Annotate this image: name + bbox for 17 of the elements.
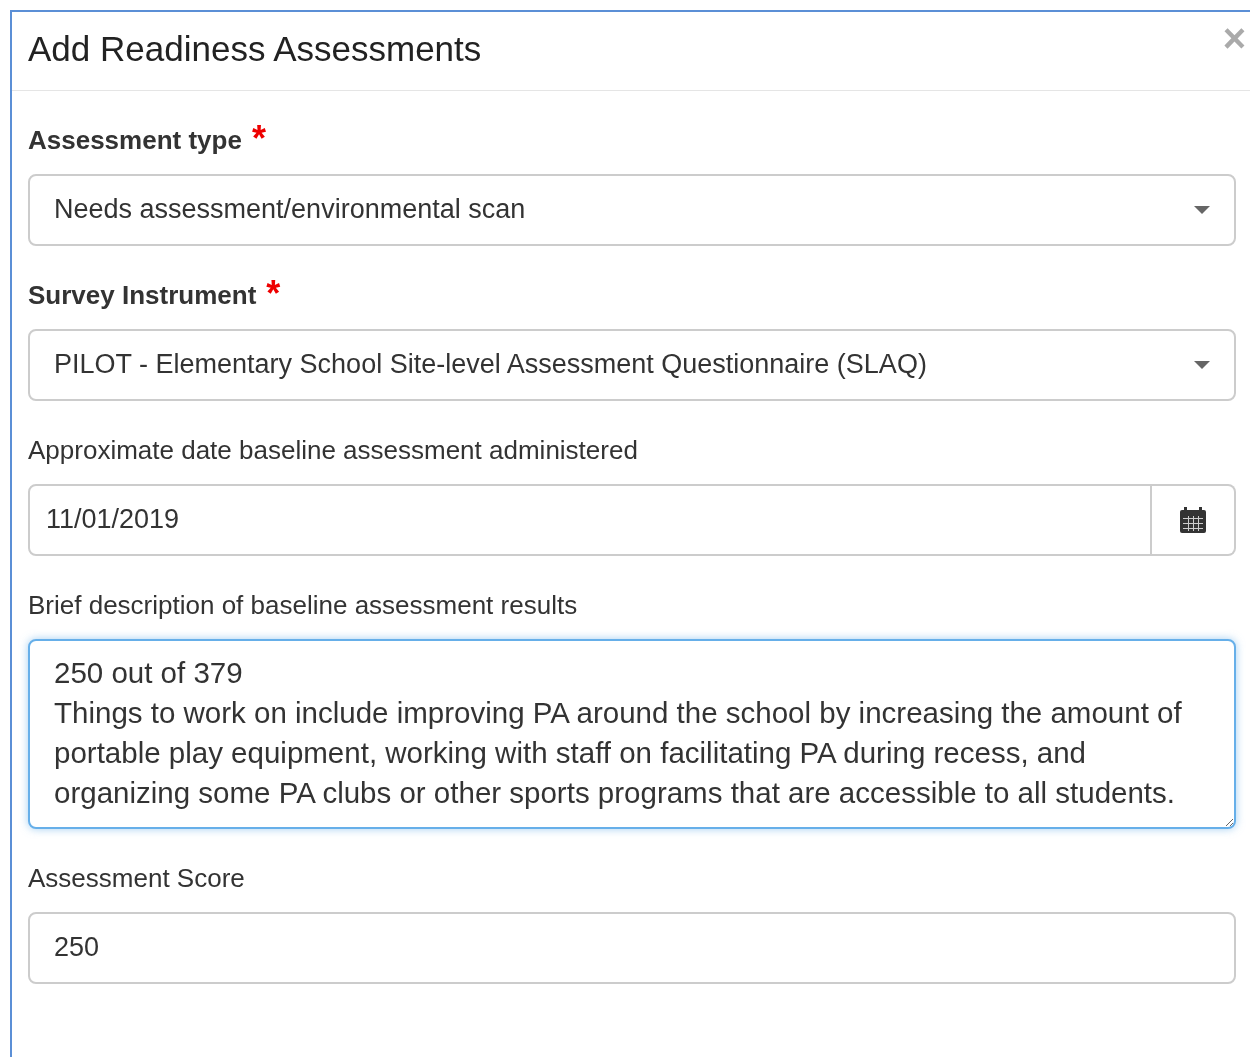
date-field[interactable]: 11/01/2019 (28, 483, 1152, 556)
caret-icon (1194, 359, 1210, 370)
modal-title: Add Readiness Assessments (28, 28, 482, 70)
calendar-button[interactable] (1152, 483, 1236, 556)
description-field[interactable]: 250 out of 379 Things to work on include improving PA around the school by increasing the amount of portable play equipment, working with staff on facilitating PA during recess, and organizing some PA clubs or other sports programs that are accessible to all students. (28, 638, 1236, 829)
required-mark: * (251, 120, 266, 157)
select-field[interactable]: Needs assessment/environmental scan (28, 173, 1236, 246)
field-label: Assessment Score (28, 861, 245, 895)
calendar-icon (1179, 505, 1207, 534)
field-label: Brief description of baseline assessment results (28, 588, 578, 622)
field-label: Survey Instrument (28, 278, 257, 312)
field-label: Assessment type (28, 123, 242, 157)
field-label: Approximate date baseline assessment administered (28, 433, 638, 467)
caret-icon (1194, 204, 1210, 215)
select-field[interactable]: PILOT - Elementary School Site-level Assessment Questionnaire (SLAQ) (28, 328, 1236, 401)
input-field[interactable]: 250 (28, 911, 1236, 984)
required-mark: * (266, 275, 281, 312)
